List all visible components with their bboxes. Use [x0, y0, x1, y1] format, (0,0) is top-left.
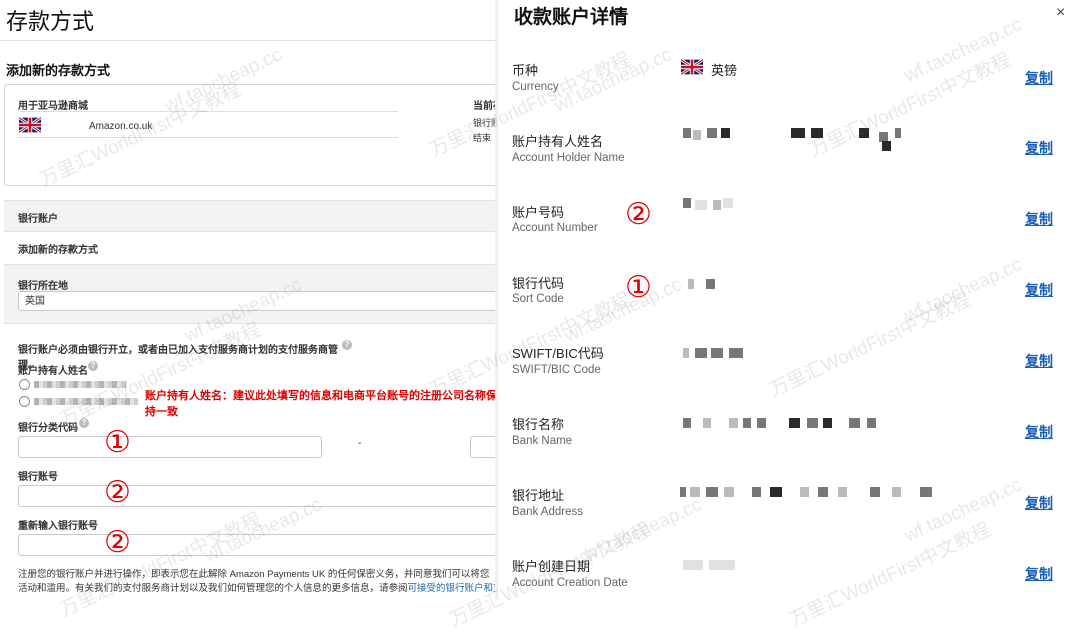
- current-label: 当前存: [473, 101, 497, 112]
- sort-code-input[interactable]: [18, 436, 322, 458]
- footer-text: 活动和滥用。有关我们的支付服务商计划以及我们如何管理您的个人信息的更多信息，请参…: [18, 583, 408, 594]
- annotation-marker-1: ①: [625, 270, 652, 305]
- bank-location-select[interactable]: 英国: [18, 291, 497, 311]
- footer-line-1: 注册您的银行账户并进行操作，即表示您在此解除 Amazon Payments U…: [18, 569, 490, 580]
- holder-name-value-redacted: [683, 128, 923, 152]
- store-label: 用于亚马逊商城: [18, 101, 88, 112]
- account-number-value-redacted: [683, 198, 763, 214]
- sort-code-input-2[interactable]: [470, 436, 497, 458]
- account-number-label-en: Account Number: [512, 222, 598, 234]
- bank-location-section: 银行所在地 英国: [4, 264, 497, 324]
- account-number-label: 账户号码: [512, 205, 565, 220]
- bank-location-label: 银行所在地: [18, 281, 68, 292]
- bank-address-label-en: Bank Address: [512, 506, 583, 518]
- acceptable-accounts-link[interactable]: 可接受的银行账户和支: [408, 583, 497, 594]
- store-box: 用于亚马逊商城 Amazon.co.uk 当前存 银行账 结束: [4, 84, 497, 186]
- bank-name-value-redacted: [683, 418, 913, 430]
- copy-sort-code-button[interactable]: 复制: [1025, 280, 1053, 300]
- help-icon[interactable]: ?: [342, 340, 352, 350]
- sort-code-label: 银行代码: [512, 276, 565, 291]
- divider: [18, 111, 398, 112]
- currency-label-en: Currency: [512, 81, 559, 93]
- copy-bank-address-button[interactable]: 复制: [1025, 493, 1053, 513]
- account-number-label: 银行账号: [18, 472, 58, 483]
- panel-title: 收款账户详情: [514, 7, 629, 28]
- amazon-deposit-method-panel: 存款方式 添加新的存款方式 用于亚马逊商城 Amazon.co.uk 当前存 银…: [0, 0, 497, 600]
- creation-date-label: 账户创建日期: [512, 559, 591, 574]
- reenter-account-label: 重新输入银行账号: [18, 521, 98, 532]
- copy-creation-date-button[interactable]: 复制: [1025, 564, 1053, 584]
- holder-name-label: 账户持有人姓名: [512, 134, 604, 149]
- holder-name-tip: 账户持有人姓名：建议此处填写的信息和电商平台账号的注册公司名称保持一致: [145, 390, 497, 418]
- swift-bic-value-redacted: [683, 348, 753, 360]
- sort-code-dash: -: [358, 438, 362, 449]
- sort-code-label-en: Sort Code: [512, 293, 564, 305]
- section-subtitle: 添加新的存款方式: [6, 63, 111, 78]
- bank-name-label: 银行名称: [512, 417, 565, 432]
- copy-currency-button[interactable]: 复制: [1025, 68, 1053, 88]
- uk-flag-icon: [681, 59, 703, 75]
- copy-holder-name-button[interactable]: 复制: [1025, 138, 1053, 158]
- section-bank-account: 银行账户: [18, 214, 58, 225]
- holder-name-label-en: Account Holder Name: [512, 152, 625, 164]
- annotation-marker-1: ①: [104, 425, 131, 460]
- currency-value: 英镑: [711, 63, 738, 78]
- currency-label: 币种: [512, 63, 539, 78]
- annotation-marker-3: ②: [104, 525, 131, 560]
- creation-date-label-en: Account Creation Date: [512, 577, 628, 589]
- receiving-account-details-panel: 收款账户详情 × 币种 Currency 英镑 复制 账户持有人姓名 Accou…: [497, 0, 1080, 600]
- bank-name-label-en: Bank Name: [512, 435, 573, 447]
- reenter-account-input[interactable]: [18, 534, 497, 556]
- copy-swift-bic-button[interactable]: 复制: [1025, 351, 1053, 371]
- store-name: Amazon.co.uk: [89, 121, 153, 132]
- annotation-marker-2: ②: [104, 475, 131, 510]
- uk-flag-icon: [19, 117, 41, 133]
- bank-address-value-redacted: [680, 487, 950, 499]
- copy-bank-name-button[interactable]: 复制: [1025, 422, 1053, 442]
- bank-address-label: 银行地址: [512, 488, 565, 503]
- end-label: 结束: [473, 133, 492, 143]
- help-icon[interactable]: ?: [79, 418, 89, 428]
- holder-option-blurred: [34, 381, 126, 388]
- holder-option-blurred: [34, 398, 138, 405]
- swift-bic-label: SWIFT/BIC代码: [512, 346, 604, 361]
- holder-option-radio[interactable]: [19, 396, 30, 407]
- page-title: 存款方式: [6, 9, 95, 34]
- account-number-input[interactable]: [18, 485, 497, 507]
- swift-bic-label-en: SWIFT/BIC Code: [512, 364, 601, 376]
- sort-code-value-redacted: [688, 279, 728, 291]
- divider: [0, 40, 497, 41]
- divider: [18, 137, 398, 138]
- close-icon[interactable]: ×: [1056, 4, 1065, 22]
- holder-option-radio[interactable]: [19, 379, 30, 390]
- bank-label: 银行账: [473, 118, 497, 128]
- help-icon[interactable]: ?: [88, 361, 98, 371]
- sort-code-label: 银行分类代码: [18, 423, 78, 434]
- copy-account-number-button[interactable]: 复制: [1025, 209, 1053, 229]
- footer-line-2: 活动和滥用。有关我们的支付服务商计划以及我们如何管理您的个人信息的更多信息，请参…: [18, 580, 497, 594]
- creation-date-value-redacted: [683, 560, 763, 572]
- annotation-marker-2: ②: [625, 197, 652, 232]
- holder-label: 账户持有人姓名: [18, 366, 88, 377]
- bank-account-section: 银行账户: [4, 200, 497, 232]
- add-new-method-label: 添加新的存款方式: [18, 245, 98, 256]
